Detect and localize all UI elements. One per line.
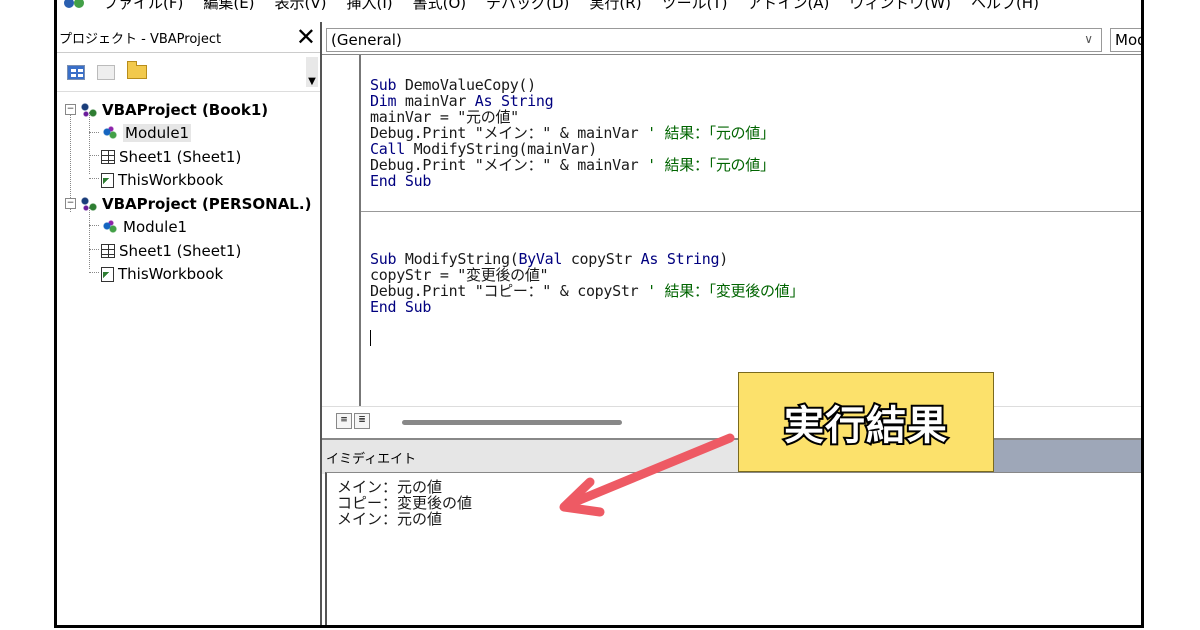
menu-file[interactable]: ファイル(F)	[93, 0, 193, 13]
procedure-dropdown[interactable]: Mod	[1110, 28, 1144, 52]
tree-item-label: Sheet1 (Sheet1)	[119, 147, 242, 166]
procedure-separator	[361, 211, 1141, 212]
toggle-folders-icon[interactable]	[127, 61, 147, 79]
tree-item-module1[interactable]: Module1	[57, 216, 320, 240]
tree-item-sheet1[interactable]: Sheet1 (Sheet1)	[57, 239, 320, 263]
project-explorer-title: プロジェクト - VBAProject	[59, 31, 222, 47]
immediate-output: メイン：元の値 コピー：変更後の値 メイン：元の値	[337, 479, 472, 527]
menu-tools[interactable]: ツール(T)	[652, 0, 738, 13]
scroll-thumb[interactable]	[402, 420, 622, 425]
module-icon	[101, 219, 119, 236]
tree-item-thisworkbook[interactable]: ThisWorkbook	[57, 263, 320, 287]
module-icon	[101, 125, 119, 142]
tree-item-label: ThisWorkbook	[118, 171, 224, 190]
output-line: メイン：元の値	[337, 478, 443, 496]
code-margin-indicator-bar	[359, 55, 361, 407]
menu-help[interactable]: ヘルプ(H)	[961, 0, 1049, 13]
menu-debug[interactable]: デバッグ(D)	[476, 0, 579, 13]
callout-label: 実行結果	[782, 401, 949, 451]
chevron-down-icon[interactable]: ∨	[1084, 32, 1093, 46]
vba-app-icon	[61, 0, 87, 9]
tree-item-label: Sheet1 (Sheet1)	[119, 241, 242, 260]
tree-item-label: Module1	[123, 218, 188, 237]
tree-item-label: VBAProject (Book1)	[102, 100, 269, 119]
vbe-window: ファイル(F) 編集(E) 表示(V) 挿入(I) 書式(O) デバッグ(D) …	[54, 0, 1144, 628]
worksheet-icon	[101, 243, 115, 258]
output-line: メイン：元の値	[337, 510, 443, 528]
menu-edit[interactable]: 編集(E)	[193, 0, 264, 13]
object-dropdown-value: (General)	[331, 31, 402, 49]
annotation-arrow	[559, 433, 735, 517]
result-callout: 実行結果	[738, 372, 994, 472]
collapse-icon[interactable]: −	[65, 104, 76, 116]
tree-item-vbaproject-personal[interactable]: − VBAProject (PERSONAL.)	[57, 192, 320, 216]
code-editor[interactable]: Sub DemoValueCopy() Dim mainVar As Strin…	[322, 54, 1141, 407]
code-window-combos: (General) ∨ Mod	[322, 26, 1141, 54]
menu-window[interactable]: ウィンドウ(W)	[839, 0, 961, 13]
workbook-icon	[101, 266, 114, 282]
worksheet-icon	[101, 149, 115, 164]
menu-addins[interactable]: アドイン(A)	[737, 0, 839, 13]
tree-item-vbaproject-book1[interactable]: − VBAProject (Book1)	[57, 98, 320, 122]
menu-run[interactable]: 実行(R)	[579, 0, 651, 13]
project-explorer: プロジェクト - VBAProject ✕ ▼ − VBAProject (Bo…	[57, 22, 322, 625]
project-explorer-titlebar: プロジェクト - VBAProject ✕	[57, 22, 320, 53]
full-module-view-icon[interactable]: ≣	[354, 413, 370, 429]
menu-format[interactable]: 書式(O)	[403, 0, 477, 13]
close-icon[interactable]: ✕	[296, 25, 316, 49]
project-toolbar: ▼	[57, 53, 320, 92]
object-dropdown[interactable]: (General) ∨	[326, 28, 1102, 52]
tree-item-label: ThisWorkbook	[118, 265, 224, 284]
vbaproject-icon	[80, 101, 98, 118]
tree-item-label: VBAProject (PERSONAL.)	[102, 194, 312, 213]
code-procedure-demovaluecopy[interactable]: Sub DemoValueCopy() Dim mainVar As Strin…	[370, 77, 775, 189]
tree-item-thisworkbook[interactable]: ThisWorkbook	[57, 169, 320, 193]
view-code-icon[interactable]	[67, 64, 85, 80]
tree-item-sheet1[interactable]: Sheet1 (Sheet1)	[57, 145, 320, 169]
tree-item-module1[interactable]: Module1	[57, 122, 320, 146]
immediate-window-title: イミディエイト	[326, 451, 417, 467]
menu-bar: ファイル(F) 編集(E) 表示(V) 挿入(I) 書式(O) デバッグ(D) …	[57, 0, 1141, 13]
scroll-down-icon[interactable]: ▼	[306, 57, 318, 87]
procedure-dropdown-value: Mod	[1115, 31, 1144, 49]
text-cursor	[370, 330, 371, 346]
procedure-view-icon[interactable]: ≡	[336, 413, 352, 429]
workbook-icon	[101, 172, 114, 188]
tree-item-label: Module1	[123, 124, 192, 143]
output-line: コピー：変更後の値	[337, 494, 473, 512]
project-tree: − VBAProject (Book1) Module1 Sheet1 (She…	[57, 92, 320, 286]
menu-view[interactable]: 表示(V)	[265, 0, 337, 13]
vbaproject-icon	[80, 195, 98, 212]
collapse-icon[interactable]: −	[65, 198, 76, 210]
menu-insert[interactable]: 挿入(I)	[337, 0, 403, 13]
code-procedure-modifystring[interactable]: Sub ModifyString(ByVal copyStr As String…	[370, 251, 804, 315]
view-object-icon[interactable]	[97, 64, 115, 80]
